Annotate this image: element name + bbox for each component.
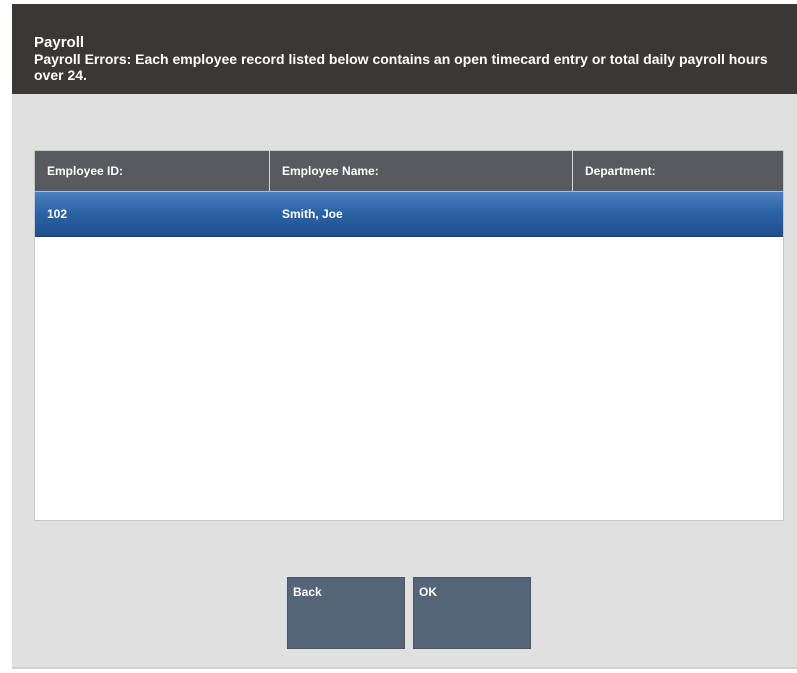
column-header-employee-name[interactable]: Employee Name: <box>270 151 573 191</box>
back-button[interactable]: Back <box>287 577 405 649</box>
error-message: Payroll Errors: Each employee record lis… <box>34 51 768 83</box>
ok-button[interactable]: OK <box>413 577 531 649</box>
table-row[interactable]: 102 Smith, Joe <box>35 191 783 237</box>
page-title: Payroll <box>34 34 85 51</box>
cell-employee-id: 102 <box>47 207 68 221</box>
payroll-dialog: Payroll Payroll Errors: Each employee re… <box>12 4 797 669</box>
column-header-department[interactable]: Department: <box>573 151 783 191</box>
table-header: Employee ID: Employee Name: Department: <box>35 151 783 191</box>
cell-department <box>573 192 783 236</box>
dialog-header: Payroll Payroll Errors: Each employee re… <box>12 4 797 94</box>
cell-employee-name: Smith, Joe <box>282 207 343 221</box>
employee-table: Employee ID: Employee Name: Department: … <box>34 150 784 521</box>
column-header-employee-id[interactable]: Employee ID: <box>35 151 270 191</box>
